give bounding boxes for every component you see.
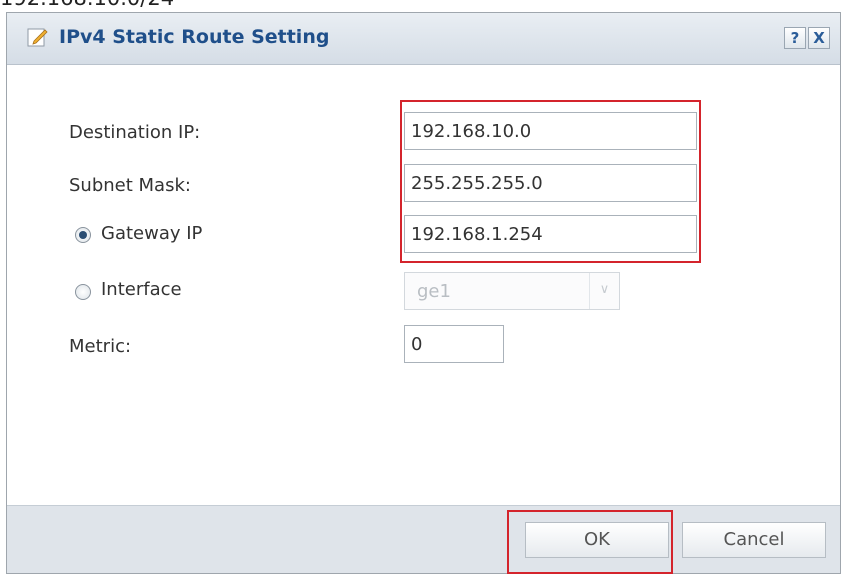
chevron-down-icon[interactable]: ∨ [589,273,619,309]
subnet-mask-label: Subnet Mask: [69,175,191,196]
interface-select[interactable]: ge1 ∨ [404,272,620,310]
close-button[interactable]: X [808,27,830,49]
gateway-ip-radio[interactable] [75,227,91,243]
interface-label: Interface [101,279,182,300]
dialog-titlebar: IPv4 Static Route Setting ? X [7,13,840,65]
metric-label: Metric: [69,336,132,357]
ok-highlight-box [507,510,673,574]
dialog-footer: OK Cancel [7,505,840,574]
interface-radio[interactable] [75,284,91,300]
destination-ip-label: Destination IP: [69,122,201,143]
dialog-title: IPv4 Static Route Setting [59,26,330,48]
fields-highlight-box [400,100,701,263]
edit-icon [27,28,48,47]
cancel-button[interactable]: Cancel [682,522,826,558]
gateway-ip-label: Gateway IP [101,223,203,244]
static-route-dialog: IPv4 Static Route Setting ? X Destinatio… [6,12,841,574]
help-button[interactable]: ? [784,27,806,49]
background-text: 192.168.10.0/24 [0,0,174,10]
interface-select-value: ge1 [417,281,451,302]
metric-input[interactable]: 0 [404,325,504,363]
